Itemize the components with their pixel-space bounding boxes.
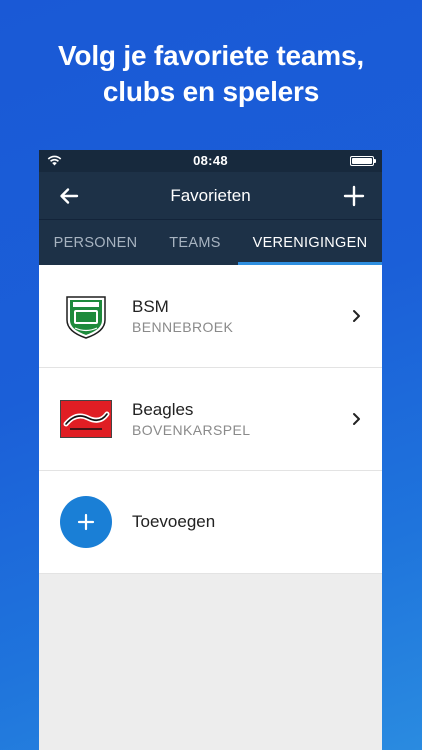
tab-label: VERENIGINGEN — [252, 234, 368, 251]
phone-screen: 08:48 Favorieten PERSONEN TEAMS VERENIGI… — [39, 150, 382, 750]
club-name: Beagles — [132, 400, 194, 419]
tab-verenigingen[interactable]: VERENIGINGEN — [238, 220, 382, 265]
page-title: Favorieten — [170, 186, 251, 205]
list-item-beagles[interactable]: Beagles BOVENKARSPEL — [39, 368, 382, 471]
chevron-right-icon — [348, 412, 364, 426]
plus-icon — [343, 185, 365, 207]
add-label: Toevoegen — [132, 512, 216, 531]
tab-label: PERSONEN — [53, 234, 138, 251]
add-icon-container — [39, 496, 132, 548]
headline-line-1: Volg je favoriete teams, — [58, 40, 364, 71]
favorites-list: BSM BENNEBROEK Beagles BOVENKARSPEL Toev… — [39, 265, 382, 574]
tab-bar: PERSONEN TEAMS VERENIGINGEN — [39, 220, 382, 265]
headline: Volg je favoriete teams, clubs en speler… — [0, 38, 422, 110]
beagles-logo — [59, 400, 112, 438]
tab-teams[interactable]: TEAMS — [152, 220, 238, 265]
club-logo-container — [39, 400, 132, 438]
tab-label: TEAMS — [169, 234, 221, 251]
headline-line-2: clubs en spelers — [102, 76, 320, 107]
club-info: BSM BENNEBROEK — [132, 296, 348, 336]
navigation-bar: Favorieten — [39, 172, 382, 220]
list-item-bsm[interactable]: BSM BENNEBROEK — [39, 265, 382, 368]
club-location: BENNEBROEK — [132, 319, 234, 335]
add-favorite-button[interactable] — [340, 182, 368, 210]
club-location: BOVENKARSPEL — [132, 422, 251, 438]
battery-icon — [350, 156, 376, 166]
add-button[interactable] — [59, 496, 112, 548]
bsm-logo — [65, 296, 106, 339]
plus-icon — [77, 513, 94, 531]
add-club-row[interactable]: Toevoegen — [39, 471, 382, 574]
club-name: BSM — [132, 297, 169, 316]
club-logo-container — [39, 293, 132, 339]
tab-personen[interactable]: PERSONEN — [39, 220, 152, 265]
status-time: 08:48 — [193, 153, 228, 168]
club-info: Beagles BOVENKARSPEL — [132, 399, 348, 439]
chevron-right-icon — [348, 309, 364, 323]
status-bar: 08:48 — [39, 150, 382, 172]
